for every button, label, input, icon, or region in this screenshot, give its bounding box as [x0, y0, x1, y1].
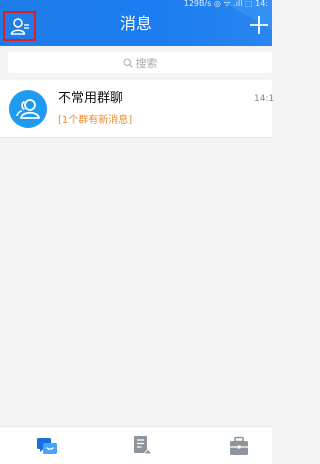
tab-workbench[interactable] — [228, 435, 250, 457]
group-avatar — [9, 90, 47, 128]
search-input[interactable]: 搜索 — [8, 52, 272, 73]
tab-documents[interactable] — [132, 435, 154, 457]
search-bar: 搜索 — [0, 46, 272, 78]
plus-icon — [250, 16, 268, 34]
bottom-tab-bar — [0, 426, 272, 464]
search-icon — [122, 57, 133, 68]
conversation-name: 不常用群聊 — [58, 91, 124, 106]
conversation-time: 14:1 — [254, 94, 275, 104]
chat-bubbles-icon — [37, 438, 57, 454]
tab-messages[interactable] — [36, 435, 58, 457]
conversation-item[interactable]: 不常用群聊 14:1 [1个群有新消息] — [0, 80, 275, 138]
add-button[interactable] — [246, 10, 272, 40]
status-bar: 129B/s ◎ ᯤ .ıll ⬚ 14: — [183, 0, 268, 8]
briefcase-icon — [230, 436, 248, 455]
search-placeholder: 搜索 — [135, 56, 158, 70]
conversation-preview: [1个群有新消息] — [58, 115, 133, 126]
document-icon — [134, 436, 154, 455]
page-title: 消息 — [119, 14, 152, 33]
app-header: 129B/s ◎ ᯤ .ıll ⬚ 14: 消息 — [0, 0, 272, 46]
group-avatar-icon — [16, 99, 40, 119]
